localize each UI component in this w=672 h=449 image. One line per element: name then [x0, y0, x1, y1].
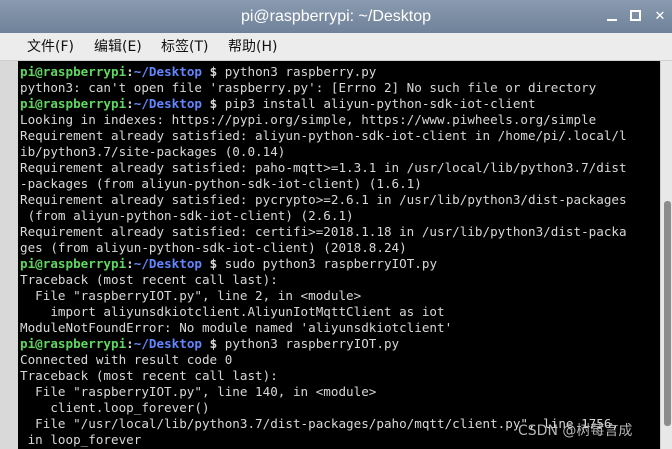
terminal-prompt-line: pi@raspberrypi:~/Desktop $ sudo python3 … — [20, 256, 660, 272]
terminal-output-line: File "raspberryIOT.py", line 2, in <modu… — [20, 288, 362, 303]
terminal-output-line: ges (from aliyun-python-sdk-iot-client) … — [20, 240, 407, 255]
close-button[interactable]: ✕ — [652, 8, 668, 24]
terminal-output-line: client.loop_forever() — [20, 400, 210, 415]
minimize-icon — [607, 19, 617, 21]
menu-bar: 文件(F) 编辑(E) 标签(T) 帮助(H) — [0, 33, 672, 61]
prompt-symbol: $ — [202, 64, 225, 79]
watermark: CSDN @树莓言成 — [518, 423, 633, 439]
window-title: pi@raspberrypi: ~/Desktop — [240, 8, 432, 25]
menu-edit[interactable]: 编辑(E) — [88, 33, 148, 61]
terminal-output-line: Requirement already satisfied: pycrypto>… — [20, 192, 627, 207]
prompt-separator: : — [126, 64, 134, 79]
terminal-output-line: Connected with result code 0 — [20, 352, 233, 367]
terminal-output-line: Traceback (most recent call last): — [20, 368, 278, 383]
terminal-output-line: (from aliyun-python-sdk-iot-client) (2.6… — [20, 208, 354, 223]
terminal-output-line: Requirement already satisfied: paho-mqtt… — [20, 160, 627, 175]
terminal-prompt-line: pi@raspberrypi:~/Desktop $ python3 raspb… — [20, 336, 660, 352]
menu-tabs[interactable]: 标签(T) — [155, 33, 214, 61]
maximize-icon — [630, 10, 641, 21]
terminal-output-line: Looking in indexes: https://pypi.org/sim… — [20, 112, 597, 127]
prompt-separator: : — [126, 336, 134, 351]
terminal-output-line: Requirement already satisfied: certifi>=… — [20, 224, 627, 239]
terminal-scrollbar[interactable] — [660, 61, 672, 449]
prompt-path: ~/Desktop — [133, 336, 202, 351]
close-icon: ✕ — [654, 8, 666, 23]
terminal-output-line: Requirement already satisfied: aliyun-py… — [20, 128, 627, 143]
terminal-output-line: -packages (from aliyun-python-sdk-iot-cl… — [20, 176, 422, 191]
prompt-symbol: $ — [202, 96, 225, 111]
prompt-symbol: $ — [202, 336, 225, 351]
terminal-output-line: Traceback (most recent call last): — [20, 272, 278, 287]
prompt-path: ~/Desktop — [133, 64, 202, 79]
terminal-output-line: python3: can't open file 'raspberry.py':… — [20, 80, 597, 95]
terminal-output[interactable]: pi@raspberrypi:~/Desktop $ python3 raspb… — [18, 61, 660, 449]
maximize-button[interactable] — [628, 8, 644, 24]
prompt-symbol: $ — [202, 256, 225, 271]
prompt-command: python3 raspberry.py — [224, 64, 377, 79]
terminal-output-line: import aliyunsdkiotclient.AliyunIotMqttC… — [20, 304, 445, 319]
terminal-output-line: File "raspberryIOT.py", line 140, in <mo… — [20, 384, 377, 399]
prompt-command: pip3 install aliyun-python-sdk-iot-clien… — [224, 96, 536, 111]
window-titlebar[interactable]: pi@raspberrypi: ~/Desktop ✕ — [0, 0, 672, 33]
terminal-prompt-line: pi@raspberrypi:~/Desktop $ python3 raspb… — [20, 64, 660, 80]
menu-file[interactable]: 文件(F) — [21, 33, 80, 61]
prompt-user: pi@raspberrypi — [20, 64, 127, 79]
prompt-user: pi@raspberrypi — [20, 96, 127, 111]
minimize-button[interactable] — [604, 8, 620, 24]
terminal-prompt-line: pi@raspberrypi:~/Desktop $ pip3 install … — [20, 96, 660, 112]
menu-help[interactable]: 帮助(H) — [222, 33, 283, 61]
terminal-output-line: ib/python3.7/site-packages (0.0.14) — [20, 144, 286, 159]
prompt-separator: : — [126, 96, 134, 111]
prompt-user: pi@raspberrypi — [20, 256, 127, 271]
prompt-path: ~/Desktop — [133, 256, 202, 271]
prompt-user: pi@raspberrypi — [20, 336, 127, 351]
terminal-output-line: ModuleNotFoundError: No module named 'al… — [20, 320, 453, 335]
scrollbar-thumb[interactable] — [664, 201, 671, 426]
prompt-command: sudo python3 raspberryIOT.py — [224, 256, 438, 271]
window-left-edge — [0, 61, 18, 449]
prompt-command: python3 raspberryIOT.py — [224, 336, 400, 351]
prompt-separator: : — [126, 256, 134, 271]
prompt-path: ~/Desktop — [133, 96, 202, 111]
